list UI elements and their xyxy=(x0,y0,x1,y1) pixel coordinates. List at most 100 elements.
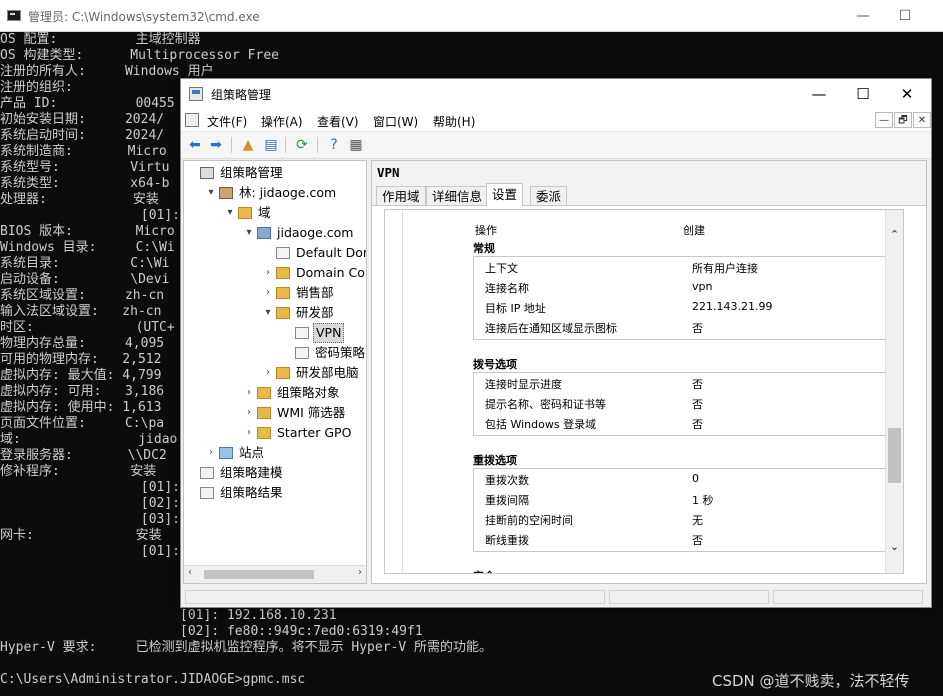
console-line: 系统类型: x64-b xyxy=(0,176,170,191)
gpo-icon xyxy=(295,327,309,339)
tree-node-label: 研发部 xyxy=(296,305,334,320)
console-line: 系统区域设置: zh-cn xyxy=(0,288,165,303)
scroll-up-arrow-icon[interactable]: ⌃ xyxy=(886,228,903,242)
collapse-chevron-icon[interactable]: ▾ xyxy=(224,203,236,223)
scroll-left-arrow-icon[interactable]: ‹ xyxy=(188,567,192,578)
expand-chevron-icon[interactable]: › xyxy=(262,263,274,283)
tree-node[interactable]: › 销售部 xyxy=(262,283,336,303)
console-line: 物理内存总量: 4,095 xyxy=(0,336,165,351)
console-line: 时区: (UTC+ xyxy=(0,320,175,335)
console-line: 虚拟内存: 使用中: 1,613 xyxy=(0,400,162,415)
tree-node[interactable]: ▾ 林: jidaoge.com xyxy=(205,183,338,203)
settings-report[interactable]: 操作 创建 常规 上下文 所有用户连接 连接名称 vpn 目标 IP 地址 221.143.… xyxy=(384,209,904,574)
tree-horizontal-scrollbar[interactable]: ‹ › xyxy=(184,565,366,583)
expand-chevron-icon[interactable]: › xyxy=(205,443,217,463)
gpmc-title-bar[interactable]: 组策略管理 — ☐ ✕ xyxy=(181,79,931,109)
menu-bar: 文件(F) 操作(A) 查看(V) 窗口(W) 帮助(H) — 🗗 ✕ xyxy=(181,109,931,132)
back-arrow-icon[interactable]: ⬅ xyxy=(186,136,204,154)
tree-node[interactable]: 组策略建模 xyxy=(186,463,285,483)
console-line: BIOS 版本: Micro xyxy=(0,224,175,239)
tree-node[interactable]: 组策略结果 xyxy=(186,483,285,503)
tree-node[interactable]: 组策略管理 xyxy=(186,163,285,183)
collapse-chevron-icon[interactable]: ▾ xyxy=(205,183,217,203)
expand-chevron-icon[interactable]: › xyxy=(243,423,255,443)
gpo-icon xyxy=(276,247,290,259)
gpmc-maximize-button[interactable]: ☐ xyxy=(841,82,885,106)
tree-node[interactable]: Default Domai xyxy=(262,243,366,263)
console-line: OS 配置: 主域控制器 xyxy=(0,32,201,47)
properties-icon[interactable]: ▦ xyxy=(347,136,365,154)
cmd-minimize-button[interactable]: — xyxy=(840,4,886,28)
collapse-chevron-icon[interactable]: ▾ xyxy=(243,223,255,243)
expand-chevron-icon[interactable]: › xyxy=(243,383,255,403)
tree-node[interactable]: ▾ 研发部 xyxy=(262,303,336,323)
scroll-thumb[interactable] xyxy=(204,570,314,579)
console-tree[interactable]: 组策略管理 ▾ 林: jidaoge.com ▾ 域 ▾ jidaoge.com Defaul… xyxy=(183,160,367,584)
tree-node-label: Domain Contr xyxy=(296,265,366,280)
scroll-thumb[interactable] xyxy=(888,428,901,483)
tree-node[interactable]: › Domain Contr xyxy=(262,263,366,283)
tab-settings[interactable]: 设置 xyxy=(486,183,524,206)
domain-icon xyxy=(257,227,271,239)
collapse-chevron-icon[interactable]: ▾ xyxy=(262,303,274,323)
tree-node[interactable]: ▾ jidaoge.com xyxy=(243,223,355,243)
menu-file[interactable]: 文件(F) xyxy=(207,113,247,130)
scroll-right-arrow-icon[interactable]: › xyxy=(358,567,362,578)
folder-icon xyxy=(276,307,290,319)
menu-window[interactable]: 窗口(W) xyxy=(373,113,418,130)
console-line: 系统型号: Virtu xyxy=(0,160,170,175)
expand-chevron-icon[interactable]: › xyxy=(262,283,274,303)
cmd-app-icon xyxy=(7,10,21,21)
tree-node-label: 组策略管理 xyxy=(220,165,283,180)
console-line: 网卡: 安装 xyxy=(0,528,162,543)
report-vertical-scrollbar[interactable]: ⌃ ⌄ xyxy=(885,210,903,573)
show-hide-tree-icon[interactable]: ▤ xyxy=(262,136,280,154)
tab-delegation[interactable]: 委派 xyxy=(530,186,568,205)
menu-action[interactable]: 操作(A) xyxy=(261,113,303,130)
console-line: [02]: xyxy=(0,496,181,511)
console-line: Hyper-V 要求: 已检测到虚拟机监控程序。将不显示 Hyper-V 所需的… xyxy=(0,640,493,655)
mdi-restore-button[interactable]: 🗗 xyxy=(894,112,912,128)
up-folder-icon[interactable]: ▲ xyxy=(239,136,257,154)
tree-node-label: Starter GPO xyxy=(277,425,352,440)
tree-node[interactable]: › 研发部电脑 xyxy=(262,363,361,383)
mdi-minimize-button[interactable]: — xyxy=(875,112,893,128)
menu-help[interactable]: 帮助(H) xyxy=(433,113,475,130)
cmd-maximize-button[interactable]: ☐ xyxy=(882,4,928,28)
menu-view[interactable]: 查看(V) xyxy=(317,113,359,130)
refresh-icon[interactable]: ⟳ xyxy=(293,136,311,154)
toolbar-separator xyxy=(285,137,286,153)
forward-arrow-icon[interactable]: ➡ xyxy=(207,136,225,154)
tree-node[interactable]: ▾ 域 xyxy=(224,203,273,223)
folder-icon xyxy=(257,407,271,419)
report-indent-bar xyxy=(397,210,403,573)
console-line: [01]: xyxy=(0,544,181,559)
expand-chevron-icon[interactable]: › xyxy=(262,363,274,383)
help-icon[interactable]: ? xyxy=(325,136,343,154)
tab-details[interactable]: 详细信息 xyxy=(426,186,489,205)
mdi-window-icon[interactable] xyxy=(185,113,199,127)
column-header-action: 操作 xyxy=(475,224,497,237)
console-line: C:\Users\Administrator.JIDAOGE>gpmc.msc xyxy=(0,672,306,687)
setting-value: 否 xyxy=(692,378,703,391)
tree-node[interactable]: 密码策略 xyxy=(281,343,366,363)
gpmc-close-button[interactable]: ✕ xyxy=(885,82,929,106)
console-line: 输入法区域设置: zh-cn xyxy=(0,304,162,319)
expand-chevron-icon[interactable]: › xyxy=(243,403,255,423)
setting-name: 重拨间隔 xyxy=(485,494,529,507)
tree-node[interactable]: › Starter GPO xyxy=(243,423,353,443)
tree-node[interactable]: › 组策略对象 xyxy=(243,383,342,403)
gpmc-minimize-button[interactable]: — xyxy=(797,82,841,106)
folder-icon xyxy=(276,267,290,279)
tree-node[interactable]: › WMI 筛选器 xyxy=(243,403,347,423)
tab-scope[interactable]: 作用域 xyxy=(376,186,426,205)
tree-node-label: 密码策略 xyxy=(315,345,366,360)
console-line: 系统目录: C:\Wi xyxy=(0,256,170,271)
mdi-close-button[interactable]: ✕ xyxy=(913,112,931,128)
tree-node[interactable]: VPN xyxy=(281,323,345,343)
tree-node[interactable]: › 站点 xyxy=(205,443,266,463)
folder-icon xyxy=(238,207,252,219)
scroll-down-arrow-icon[interactable]: ⌄ xyxy=(886,540,903,554)
console-line: 可用的物理内存: 2,512 xyxy=(0,352,162,367)
console-line: OS 构建类型: Multiprocessor Free xyxy=(0,48,279,63)
